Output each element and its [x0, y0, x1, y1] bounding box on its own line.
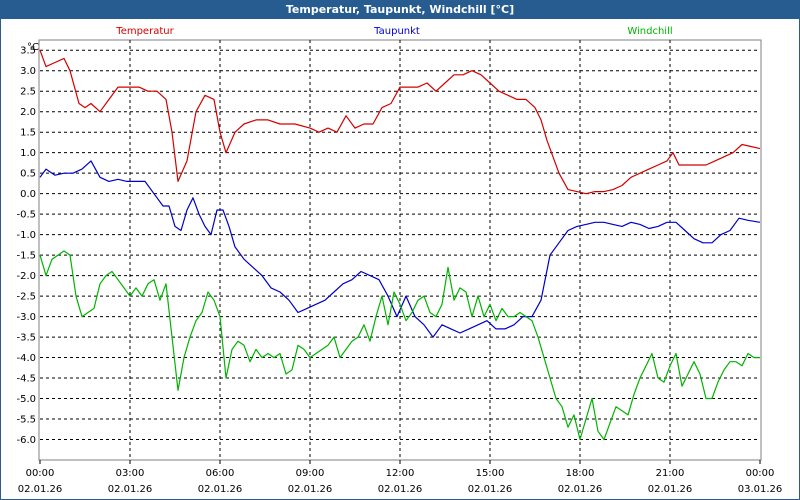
- x-tick-date: 02.01.26: [18, 484, 63, 495]
- x-tick-time: 06:00: [206, 468, 235, 479]
- x-tick-date: 02.01.26: [468, 484, 513, 495]
- x-tick-date: 03.01.26: [738, 484, 783, 495]
- y-tick-label: -4.0: [16, 353, 36, 364]
- y-tick-label: -6.0: [16, 435, 36, 446]
- y-tick-label: 3.0: [20, 66, 36, 77]
- y-tick-label: -5.0: [16, 394, 36, 405]
- legend-item-taupunkt: Taupunkt: [373, 26, 420, 37]
- x-tick-date: 02.01.26: [648, 484, 693, 495]
- y-tick-label: -1.5: [16, 251, 36, 262]
- x-tick-date: 02.01.26: [558, 484, 603, 495]
- x-tick-time: 00:00: [26, 468, 55, 479]
- y-tick-label: 2.0: [20, 107, 36, 118]
- y-tick-label: -3.5: [16, 333, 36, 344]
- y-tick-label: 1.0: [20, 148, 36, 159]
- x-axis: 00:00 02.01.26 03:00 02.01.26 06:00 02.01.26 0…: [18, 460, 783, 495]
- legend-item-temperatur: Temperatur: [115, 26, 174, 37]
- y-tick-label: -0.5: [16, 210, 36, 221]
- x-tick-date: 02.01.26: [288, 484, 333, 495]
- y-tick-label: -5.5: [16, 415, 36, 426]
- x-tick-time: 18:00: [566, 468, 595, 479]
- y-tick-label: 1.5: [20, 128, 36, 139]
- y-tick-label: 0.5: [20, 169, 36, 180]
- x-tick-time: 12:00: [386, 468, 415, 479]
- x-tick-date: 02.01.26: [198, 484, 243, 495]
- y-axis-label: °C: [27, 42, 39, 53]
- x-tick-time: 15:00: [476, 468, 505, 479]
- x-tick-time: 21:00: [656, 468, 685, 479]
- x-tick-time: 00:00: [746, 468, 775, 479]
- legend: Temperatur Taupunkt Windchill: [115, 26, 672, 37]
- y-tick-label: -2.5: [16, 292, 36, 303]
- y-tick-label: -1.0: [16, 230, 36, 241]
- x-tick-time: 03:00: [116, 468, 145, 479]
- y-axis: 3.53.02.52.01.51.00.50.0-0.5-1.0-1.5-2.0…: [16, 46, 36, 446]
- x-tick-time: 09:00: [296, 468, 325, 479]
- line-chart: 3.53.02.52.01.51.00.50.0-0.5-1.0-1.5-2.0…: [16, 26, 783, 495]
- y-tick-label: 2.5: [20, 87, 36, 98]
- y-tick-label: 0.0: [20, 189, 36, 200]
- y-tick-label: -2.0: [16, 271, 36, 282]
- x-tick-date: 02.01.26: [108, 484, 153, 495]
- x-tick-date: 02.01.26: [378, 484, 423, 495]
- y-tick-label: -3.0: [16, 312, 36, 323]
- legend-item-windchill: Windchill: [627, 26, 672, 37]
- y-tick-label: -4.5: [16, 374, 36, 385]
